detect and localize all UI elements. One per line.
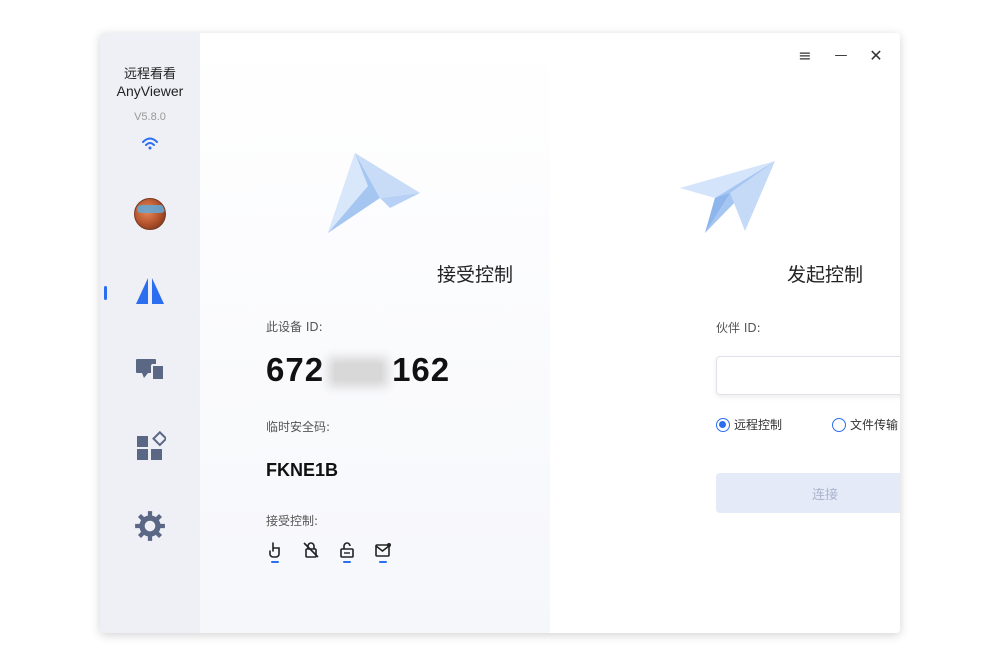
gear-icon (135, 511, 165, 541)
device-id: 672 162 (266, 351, 450, 389)
sidebar: 远程看看 AnyViewer V5.8.0 (100, 33, 200, 633)
sidebar-item-apps[interactable] (130, 427, 170, 467)
main-area: ≡ — ✕ 接受控制 此设备 ID: 672 162 临时安全码: FKNE1B … (200, 33, 900, 633)
radio-file-transfer[interactable] (832, 417, 846, 432)
sidebar-item-profile[interactable] (130, 194, 170, 234)
partner-id-label: 伙伴 ID: (716, 321, 761, 335)
avatar (134, 198, 166, 230)
device-id-suffix: 162 (392, 351, 451, 388)
app-window: 远程看看 AnyViewer V5.8.0 ≡ — ✕ 接受控制 此设备 ID:… (100, 33, 900, 633)
accept-control-label: 接受控制: (266, 514, 319, 528)
initiate-title: 发起控制 (786, 264, 863, 286)
connect-button[interactable]: 连接 (716, 473, 900, 513)
hand-pointer-icon (269, 542, 280, 558)
sidebar-item-devices[interactable] (130, 350, 170, 390)
temp-code: FKNE1B (266, 460, 339, 480)
app-version: V5.8.0 (134, 111, 166, 123)
option-file-transfer[interactable]: 文件传输 (832, 416, 898, 433)
menu-button[interactable]: ≡ (793, 43, 817, 67)
perm-message-indicator (379, 561, 387, 563)
perm-unlock-indicator (343, 561, 351, 563)
active-indicator (104, 286, 107, 300)
apps-icon (137, 431, 166, 460)
close-button[interactable]: ✕ (864, 43, 888, 67)
partner-id-input[interactable] (716, 356, 900, 395)
unlock-icon (340, 542, 354, 558)
device-id-mask (334, 363, 383, 382)
menu-icon: ≡ (798, 45, 812, 65)
mail-check-icon (375, 543, 391, 557)
option-remote-control[interactable]: 远程控制 (716, 416, 782, 433)
temp-code-label: 临时安全码: (266, 420, 331, 434)
perm-unlock[interactable] (338, 541, 356, 563)
app-name-en: AnyViewer (116, 83, 184, 99)
perm-privacy[interactable] (302, 541, 320, 563)
permission-row (266, 541, 392, 563)
receive-plane-icon (328, 153, 420, 233)
sidebar-item-settings[interactable] (130, 506, 170, 546)
receive-title: 接受控制 (436, 264, 513, 286)
anyviewer-logo-icon (136, 278, 164, 304)
lock-slash-icon (303, 542, 319, 558)
device-id-label: 此设备 ID: (266, 320, 323, 334)
option-remote-control-label: 远程控制 (734, 418, 783, 432)
app-name-cn: 远程看看 (123, 67, 176, 82)
radio-remote-control[interactable] (716, 417, 730, 432)
devices-icon (136, 359, 165, 381)
sidebar-item-remote-control[interactable] (130, 272, 170, 312)
device-id-prefix: 672 (266, 351, 325, 388)
minimize-icon: — (834, 47, 848, 63)
close-icon: ✕ (869, 45, 883, 65)
initiate-plane-icon (680, 161, 775, 233)
minimize-button[interactable]: — (829, 43, 853, 67)
wifi-icon (140, 135, 160, 150)
option-file-transfer-label: 文件传输 (850, 418, 899, 432)
perm-message[interactable] (374, 541, 392, 563)
perm-mouse-indicator (271, 561, 279, 563)
perm-mouse[interactable] (266, 541, 284, 563)
